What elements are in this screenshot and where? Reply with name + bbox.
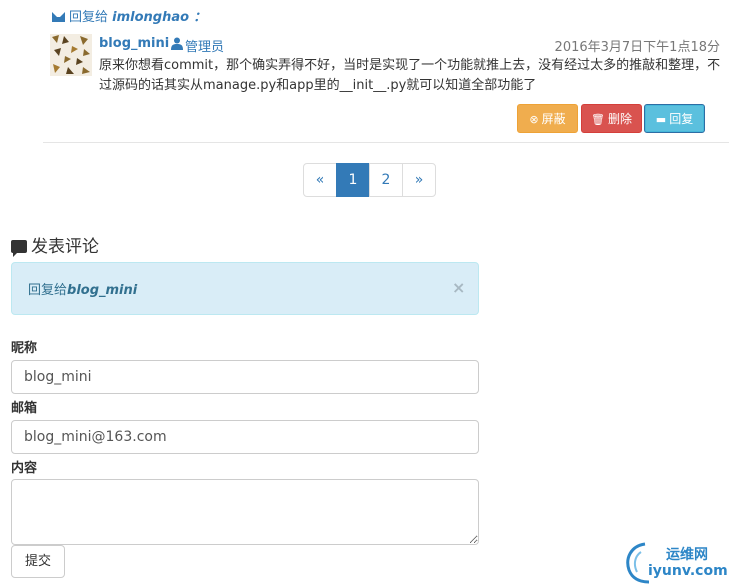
reply-to-header: 回复给 imlonghao ： (52, 6, 206, 25)
post-comment-title: 发表评论 (11, 232, 99, 257)
nickname-label: 昵称 (11, 341, 38, 356)
avatar[interactable] (50, 34, 92, 76)
reply-alert-text: 回复给blog_mini (28, 279, 137, 298)
watermark-line1: 运维网 (666, 547, 708, 563)
trash-icon: 🗑 (591, 113, 605, 126)
reply-alert-name: blog_mini (67, 283, 138, 298)
reply-button[interactable]: ▬ 回复 (644, 104, 705, 133)
content-textarea[interactable] (11, 479, 479, 545)
post-comment-title-text: 发表评论 (31, 237, 99, 257)
submit-button[interactable]: 提交 (11, 545, 65, 578)
comment-body: 原来你想看commit，那个确实弄得不好，当时是实现了一个功能就推上去，没有经过… (99, 58, 721, 93)
nickname-field[interactable] (11, 360, 479, 394)
pagination-page-1[interactable]: 1 (336, 163, 370, 197)
close-icon[interactable]: × (452, 278, 465, 297)
comment-divider (43, 142, 729, 143)
mask-button[interactable]: ⊗ 屏蔽 (517, 104, 578, 133)
reply-to-name[interactable]: imlonghao (112, 10, 189, 25)
comment-author[interactable]: blog_mini (99, 36, 169, 51)
comment-bubble-icon (11, 240, 27, 257)
envelope-icon (52, 12, 65, 22)
mask-button-label: 屏蔽 (541, 112, 566, 126)
pagination-prev[interactable]: « (303, 163, 337, 197)
ban-icon: ⊗ (529, 113, 539, 126)
email-field[interactable] (11, 420, 479, 454)
comment-time: 2016年3月7日下午1点18分 (554, 40, 720, 55)
pagination-page-2[interactable]: 2 (369, 163, 403, 197)
reply-to-prefix: 回复给 (69, 10, 109, 25)
role-label: 管理员 (185, 40, 225, 55)
delete-button-label: 删除 (607, 112, 632, 126)
email-label: 邮箱 (11, 401, 38, 416)
content-label: 内容 (11, 461, 38, 476)
delete-button[interactable]: 🗑 删除 (581, 104, 642, 133)
pagination: « 1 2 » (303, 163, 436, 197)
comment-icon: ▬ (655, 113, 667, 126)
reply-alert-prefix: 回复给 (28, 283, 68, 298)
reply-to-suffix: ： (193, 10, 207, 25)
user-icon (171, 37, 183, 50)
reply-button-label: 回复 (669, 112, 694, 126)
watermark-line2: iyunv.com (648, 563, 728, 579)
pagination-next[interactable]: » (402, 163, 436, 197)
